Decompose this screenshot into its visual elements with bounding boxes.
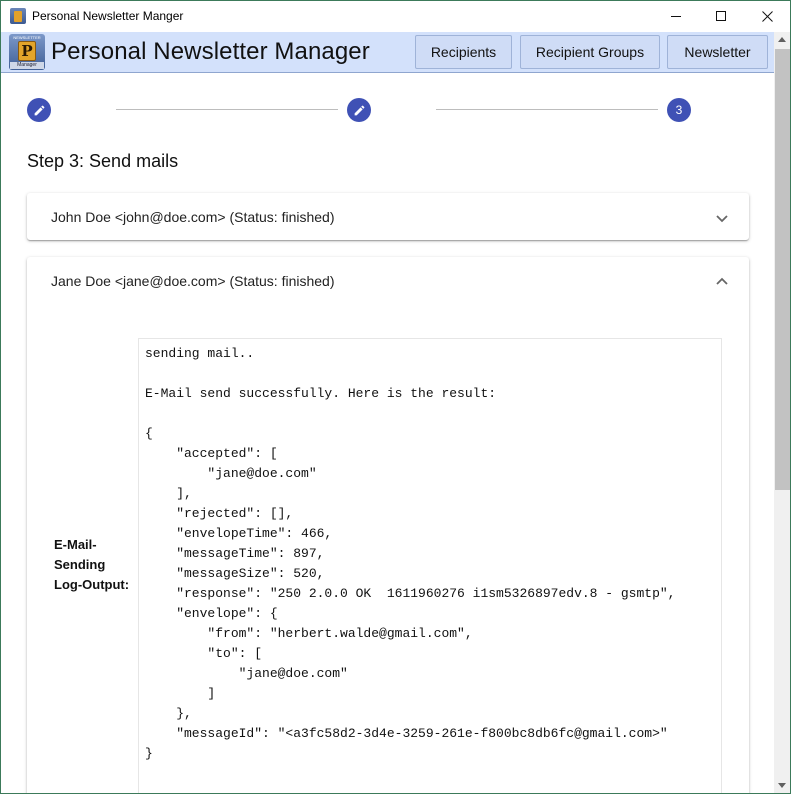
newsletter-logo-icon: NEWSLETTER P Manager	[9, 34, 45, 70]
step-connector	[116, 109, 338, 110]
log-line: "jane@doe.com"	[145, 466, 317, 481]
log-line: "messageId": "<a3fc58d2-3d4e-3259-261e-f…	[145, 726, 668, 741]
log-label-line: E-Mail-	[54, 537, 97, 552]
app-window: Personal Newsletter Manger NEWSLETTER P …	[0, 0, 791, 794]
step-1-edit-button[interactable]	[27, 98, 51, 122]
log-line: "jane@doe.com"	[145, 666, 348, 681]
log-line: sending mail..	[145, 346, 255, 361]
log-output-label: E-Mail- Sending Log-Output:	[54, 535, 144, 595]
log-label-line: Sending	[54, 557, 106, 572]
log-line: "messageSize": 520,	[145, 566, 325, 581]
logo-letter: P	[18, 41, 36, 61]
close-icon	[761, 10, 773, 22]
maximize-button[interactable]	[698, 1, 744, 31]
log-line: ],	[145, 486, 192, 501]
log-line: "accepted": [	[145, 446, 278, 461]
log-output-box[interactable]: sending mail.. E-Mail send successfully. …	[138, 338, 722, 793]
log-label-line: Log-Output:	[54, 577, 130, 592]
title-bar[interactable]: Personal Newsletter Manger	[1, 1, 790, 32]
app-header: NEWSLETTER P Manager Personal Newsletter…	[1, 32, 774, 73]
log-line: E-Mail send successfully. Here is the re…	[145, 386, 497, 401]
recipient-panel-jane[interactable]: Jane Doe <jane@doe.com> (Status: finishe…	[27, 257, 749, 793]
logo-bottom-text: Manager	[10, 62, 44, 69]
newsletter-button[interactable]: Newsletter	[667, 35, 768, 69]
minimize-button[interactable]	[653, 1, 699, 31]
step-2-edit-button[interactable]	[347, 98, 371, 122]
log-line: }	[145, 746, 153, 761]
maximize-icon	[715, 10, 726, 21]
step-connector	[436, 109, 658, 110]
scrollbar-thumb[interactable]	[775, 49, 790, 490]
recipient-groups-button[interactable]: Recipient Groups	[520, 35, 660, 69]
app-title: Personal Newsletter Manager	[51, 38, 370, 65]
log-line: "from": "herbert.walde@gmail.com",	[145, 626, 473, 641]
log-line: ]	[145, 686, 216, 701]
log-line: "to": [	[145, 646, 263, 661]
vertical-scrollbar[interactable]	[774, 32, 790, 793]
log-line: "rejected": [],	[145, 506, 294, 521]
chevron-up-icon[interactable]	[715, 275, 729, 289]
chevron-down-icon[interactable]	[715, 211, 729, 225]
recipient-panel-john[interactable]: John Doe <john@doe.com> (Status: finishe…	[27, 193, 749, 240]
log-line: },	[145, 706, 192, 721]
log-line: {	[145, 426, 153, 441]
recipients-button[interactable]: Recipients	[415, 35, 512, 69]
panel-title: John Doe <john@doe.com> (Status: finishe…	[51, 209, 335, 225]
scroll-up-icon[interactable]	[778, 37, 786, 42]
pencil-icon	[34, 105, 44, 115]
log-line: "envelopeTime": 466,	[145, 526, 333, 541]
step-title: Step 3: Send mails	[27, 151, 179, 171]
app-icon	[10, 8, 26, 24]
log-line: "messageTime": 897,	[145, 546, 325, 561]
main-content: 3 Step 3: Send mails John Doe <john@doe.…	[1, 73, 774, 793]
pencil-icon	[354, 105, 364, 115]
close-button[interactable]	[744, 1, 790, 31]
scroll-down-icon[interactable]	[778, 783, 786, 788]
minimize-icon	[670, 15, 681, 17]
step-3-indicator: 3	[667, 98, 691, 122]
window-title: Personal Newsletter Manger	[32, 9, 184, 23]
panel-title: Jane Doe <jane@doe.com> (Status: finishe…	[51, 273, 335, 289]
log-line: "response": "250 2.0.0 OK 1611960276 i1s…	[145, 586, 676, 601]
log-line: "envelope": {	[145, 606, 278, 621]
